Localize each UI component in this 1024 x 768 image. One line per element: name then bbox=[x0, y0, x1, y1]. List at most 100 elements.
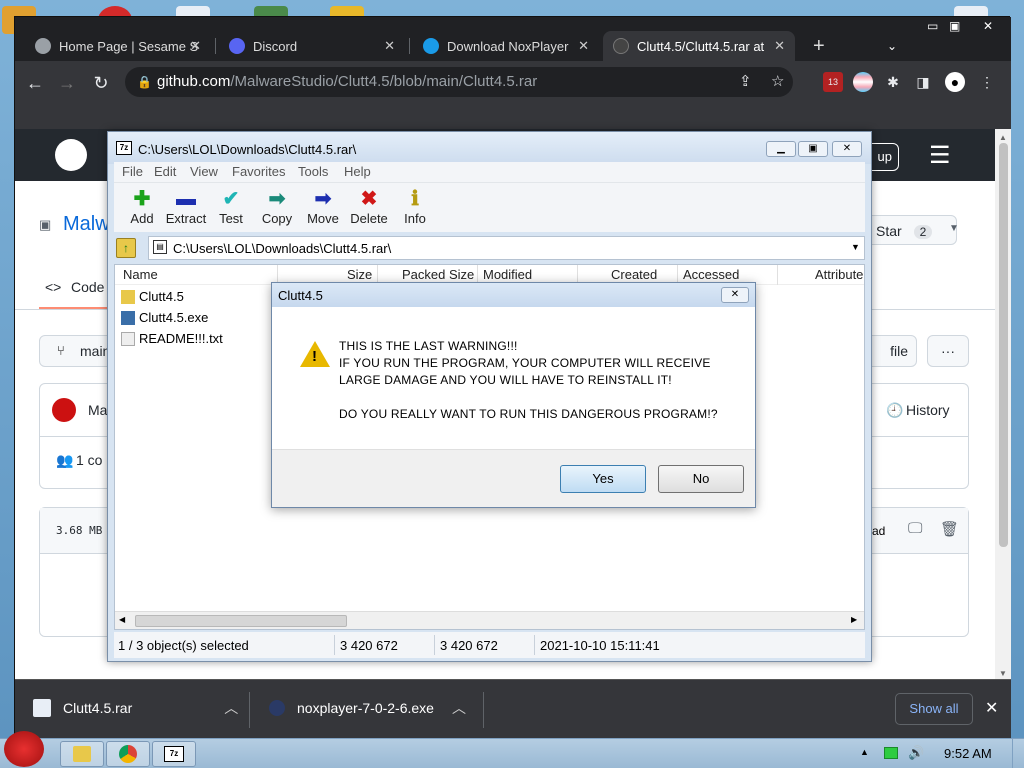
add-button[interactable]: ✚ Add bbox=[117, 187, 167, 226]
share-icon[interactable]: ⇪ bbox=[739, 67, 752, 97]
test-button[interactable]: ✔ Test bbox=[206, 187, 256, 226]
show-desktop-button[interactable] bbox=[1012, 739, 1024, 768]
horizontal-scrollbar[interactable]: ◀ ▶ bbox=[115, 611, 864, 629]
flag-extension-icon[interactable] bbox=[853, 72, 873, 92]
profile-avatar-icon[interactable]: ● bbox=[945, 72, 965, 92]
scroll-up-icon[interactable]: ▲ bbox=[999, 133, 1007, 142]
author-avatar[interactable] bbox=[52, 398, 76, 422]
reload-icon[interactable]: ↻ bbox=[87, 69, 115, 97]
ublock-extension-icon[interactable]: 13 bbox=[823, 72, 843, 92]
scroll-left-icon[interactable]: ◀ bbox=[119, 615, 125, 624]
tab-noxplayer[interactable]: Download NoxPlayer ✕ bbox=[413, 31, 599, 61]
list-item[interactable]: Clutt4.5 bbox=[121, 289, 184, 304]
menu-tools[interactable]: Tools bbox=[298, 164, 328, 179]
page-scrollbar[interactable]: ▲ ▼ bbox=[995, 129, 1011, 685]
clock[interactable]: 9:52 AM bbox=[944, 746, 992, 761]
close-icon[interactable]: ✕ bbox=[721, 287, 749, 303]
dialog-body: ! THIS IS THE LAST WARNING!!! IF YOU RUN… bbox=[272, 307, 755, 449]
show-all-button[interactable]: Show all bbox=[895, 693, 973, 725]
menu-kebab-icon[interactable]: ⋮ bbox=[977, 72, 997, 92]
chevron-up-icon[interactable]: ︿ bbox=[452, 698, 466, 718]
new-tab-button[interactable]: + bbox=[803, 31, 833, 61]
close-tab-icon[interactable]: ✕ bbox=[774, 38, 785, 54]
contributors-text[interactable]: 1 co bbox=[76, 452, 102, 468]
folder-up-icon[interactable]: ↑ bbox=[116, 238, 136, 258]
status-selected: 1 / 3 object(s) selected bbox=[118, 638, 249, 653]
close-window-icon[interactable]: ✕ bbox=[983, 19, 993, 33]
menu-help[interactable]: Help bbox=[344, 164, 371, 179]
scroll-thumb[interactable] bbox=[999, 143, 1008, 547]
move-button[interactable]: ➡ Move bbox=[298, 187, 348, 226]
extract-button[interactable]: ▬ Extract bbox=[161, 187, 211, 226]
scroll-thumb[interactable] bbox=[135, 615, 347, 627]
tab-code[interactable]: Code bbox=[71, 279, 104, 295]
tray-expand-icon[interactable]: ▲ bbox=[860, 747, 869, 757]
menu-file[interactable]: File bbox=[122, 164, 143, 179]
bookmark-star-icon[interactable]: ☆ bbox=[771, 67, 784, 97]
yes-button[interactable]: Yes bbox=[560, 465, 646, 493]
maximize-icon[interactable]: ▣ bbox=[798, 141, 828, 157]
menu-favorites[interactable]: Favorites bbox=[232, 164, 285, 179]
sevenzip-title: C:\Users\LOL\Downloads\Clutt4.5.rar\ bbox=[138, 142, 357, 157]
tab-search-icon[interactable]: ⌄ bbox=[887, 39, 897, 53]
taskbar-chrome-button[interactable] bbox=[106, 741, 150, 767]
chevron-up-icon[interactable]: ︿ bbox=[224, 698, 238, 718]
trash-icon[interactable]: 🗑 bbox=[940, 520, 959, 538]
no-button[interactable]: No bbox=[658, 465, 744, 493]
col-created[interactable]: Created bbox=[611, 267, 657, 282]
list-item[interactable]: Clutt4.5.exe bbox=[121, 310, 208, 325]
menu-view[interactable]: View bbox=[190, 164, 218, 179]
tab-sesame[interactable]: Home Page | Sesame S ✕ bbox=[25, 31, 211, 61]
info-button[interactable]: ℹ Info bbox=[390, 187, 440, 226]
minimize-icon[interactable]: ▁ bbox=[766, 141, 796, 157]
tab-clutt[interactable]: Clutt4.5/Clutt4.5.rar at ✕ bbox=[603, 31, 795, 61]
download-item[interactable]: noxplayer-7-0-2-6.exe ︿ bbox=[269, 698, 466, 718]
col-modified[interactable]: Modified bbox=[483, 267, 532, 282]
side-panel-icon[interactable]: ◨ bbox=[913, 72, 933, 92]
menu-edit[interactable]: Edit bbox=[154, 164, 176, 179]
tool-label: Move bbox=[307, 211, 339, 226]
col-attribute[interactable]: Attribute bbox=[815, 267, 863, 282]
col-size[interactable]: Size bbox=[347, 267, 372, 282]
author-name[interactable]: Ma bbox=[88, 402, 107, 418]
path-combobox[interactable]: ▤ C:\Users\LOL\Downloads\Clutt4.5.rar\ ▼ bbox=[148, 236, 865, 260]
delete-button[interactable]: ✖ Delete bbox=[344, 187, 394, 226]
back-icon[interactable]: ← bbox=[21, 69, 49, 97]
col-packed-size[interactable]: Packed Size bbox=[402, 267, 474, 282]
star-button[interactable]: Star 2 bbox=[861, 215, 957, 245]
history-link[interactable]: History bbox=[906, 402, 950, 418]
dropdown-arrow-icon[interactable]: ▼ bbox=[851, 242, 860, 252]
dialog-titlebar[interactable]: Clutt4.5 ✕ bbox=[272, 283, 755, 307]
close-downloads-icon[interactable]: ✕ bbox=[985, 698, 998, 718]
extensions-puzzle-icon[interactable]: ✱ bbox=[883, 72, 903, 92]
scroll-down-icon[interactable]: ▼ bbox=[999, 669, 1007, 678]
star-dropdown-icon[interactable]: ▼ bbox=[949, 223, 959, 234]
col-name[interactable]: Name bbox=[123, 267, 158, 282]
battery-icon[interactable] bbox=[884, 747, 898, 759]
volume-icon[interactable]: 🔊 bbox=[908, 745, 924, 761]
col-accessed[interactable]: Accessed bbox=[683, 267, 739, 282]
restore-icon[interactable]: ▣ bbox=[949, 19, 960, 33]
sevenzip-titlebar[interactable]: 7z C:\Users\LOL\Downloads\Clutt4.5.rar\ … bbox=[108, 132, 871, 164]
repo-owner-link[interactable]: Malw bbox=[63, 213, 110, 236]
taskbar-explorer-button[interactable] bbox=[60, 741, 104, 767]
close-tab-icon[interactable]: ✕ bbox=[578, 38, 589, 54]
minimize-icon[interactable]: ▭ bbox=[927, 19, 938, 33]
copy-button[interactable]: ➡ Copy bbox=[252, 187, 302, 226]
tab-discord[interactable]: Discord ✕ bbox=[219, 31, 405, 61]
address-bar[interactable]: 🔒 github.com/MalwareStudio/Clutt4.5/blob… bbox=[125, 67, 793, 97]
taskbar-7zip-button[interactable]: 7z bbox=[152, 741, 196, 767]
forward-icon[interactable]: → bbox=[53, 69, 81, 97]
scroll-right-icon[interactable]: ▶ bbox=[851, 615, 857, 624]
list-item[interactable]: README!!!.txt bbox=[121, 331, 223, 346]
more-options-button[interactable]: ··· bbox=[927, 335, 969, 367]
start-button[interactable] bbox=[4, 731, 44, 767]
desktop-icon[interactable]: 🖵 bbox=[908, 520, 922, 537]
download-button[interactable]: ad bbox=[872, 524, 885, 538]
close-tab-icon[interactable]: ✕ bbox=[190, 38, 201, 54]
close-tab-icon[interactable]: ✕ bbox=[384, 38, 395, 54]
github-logo-icon[interactable] bbox=[55, 139, 87, 171]
hamburger-menu-icon[interactable]: ☰ bbox=[929, 141, 951, 170]
download-item[interactable]: Clutt4.5.rar ︿ bbox=[33, 698, 238, 718]
close-icon[interactable]: ✕ bbox=[832, 141, 862, 157]
